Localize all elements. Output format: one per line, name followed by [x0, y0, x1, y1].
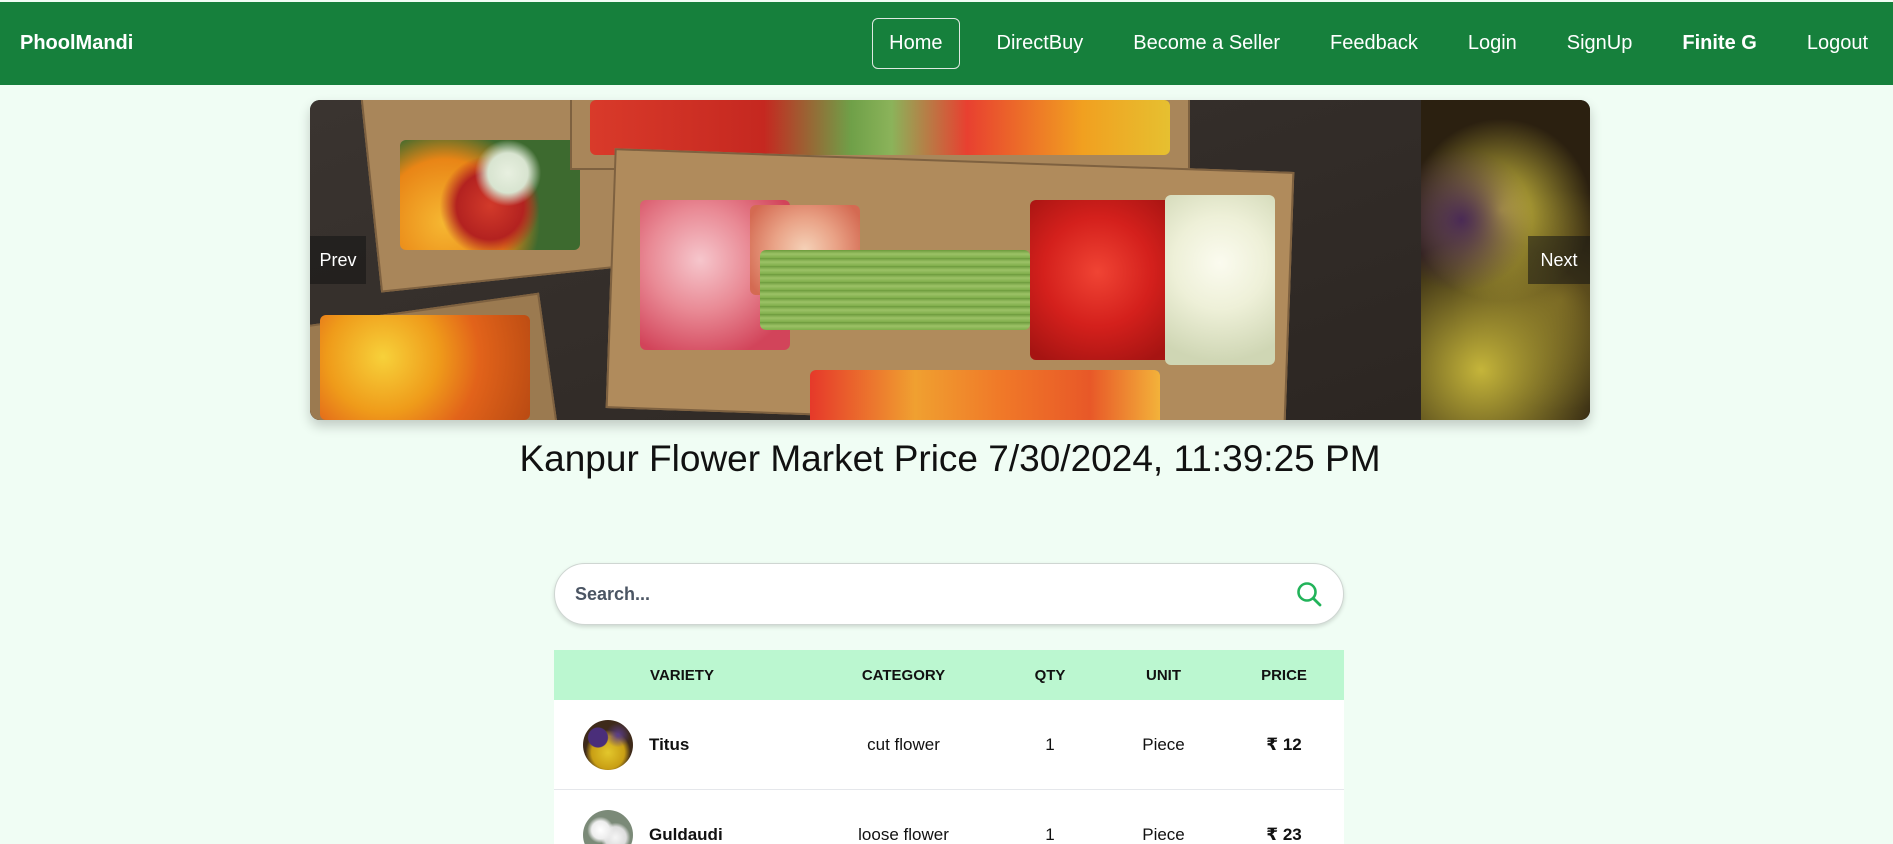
nav-directbuy[interactable]: DirectBuy: [972, 2, 1109, 85]
nav-home-label: Home: [872, 18, 960, 69]
search-bar: [554, 563, 1344, 625]
brand-logo[interactable]: PhoolMandi: [20, 2, 133, 85]
nav-login[interactable]: Login: [1443, 2, 1542, 85]
header-category[interactable]: CATEGORY: [810, 667, 997, 684]
variety-name: Titus: [649, 734, 690, 754]
carousel-next-button[interactable]: Next: [1528, 236, 1590, 284]
price-cell: ₹ 12: [1266, 734, 1302, 754]
nav-links: Home DirectBuy Become a Seller Feedback …: [860, 2, 1893, 85]
header-variety[interactable]: VARIETY: [554, 667, 810, 684]
table-row[interactable]: Guldaudi loose flower 1 Piece ₹ 23: [554, 790, 1344, 844]
nav-home[interactable]: Home: [860, 2, 971, 85]
price-cell: ₹ 23: [1266, 824, 1302, 844]
category-cell: cut flower: [867, 734, 940, 754]
nav-user-name[interactable]: Finite G: [1657, 2, 1781, 85]
nav-signup[interactable]: SignUp: [1542, 2, 1658, 85]
top-flowers: [590, 100, 1170, 155]
header-price[interactable]: PRICE: [1224, 667, 1344, 684]
header-unit[interactable]: UNIT: [1103, 667, 1224, 684]
variety-cell: Titus: [554, 719, 810, 770]
unit-cell: Piece: [1142, 734, 1185, 754]
variety-cell: Guldaudi: [554, 809, 810, 844]
green-stems: [760, 250, 1030, 330]
price-table: VARIETY CATEGORY QTY UNIT PRICE Titus cu…: [554, 650, 1344, 844]
search-icon[interactable]: [1295, 580, 1323, 608]
nav-feedback[interactable]: Feedback: [1305, 2, 1443, 85]
market-price-title: Kanpur Flower Market Price 7/30/2024, 11…: [519, 438, 1381, 479]
category-cell: loose flower: [858, 824, 949, 844]
carousel-slide-image: [310, 100, 1421, 420]
mixed-bunch: [400, 140, 580, 250]
flower-thumbnail: [583, 719, 633, 770]
white-carnations: [1165, 195, 1275, 365]
nav-logout[interactable]: Logout: [1782, 2, 1893, 85]
search-input[interactable]: [575, 564, 1255, 624]
unit-cell: Piece: [1142, 824, 1185, 844]
marigold-bunch: [320, 315, 530, 420]
header-qty[interactable]: QTY: [997, 667, 1103, 684]
table-header: VARIETY CATEGORY QTY UNIT PRICE: [554, 650, 1344, 700]
table-row[interactable]: Titus cut flower 1 Piece ₹ 12: [554, 700, 1344, 790]
qty-cell: 1: [1045, 734, 1055, 754]
bottom-flowers: [810, 370, 1160, 420]
variety-name: Guldaudi: [649, 824, 723, 844]
image-carousel: Prev Next: [310, 100, 1590, 420]
qty-cell: 1: [1045, 824, 1055, 844]
carousel-prev-button[interactable]: Prev: [310, 236, 366, 284]
nav-become-seller[interactable]: Become a Seller: [1108, 2, 1305, 85]
flower-thumbnail: [583, 809, 633, 844]
red-carnations: [1030, 200, 1180, 360]
navbar: PhoolMandi Home DirectBuy Become a Selle…: [0, 2, 1893, 85]
